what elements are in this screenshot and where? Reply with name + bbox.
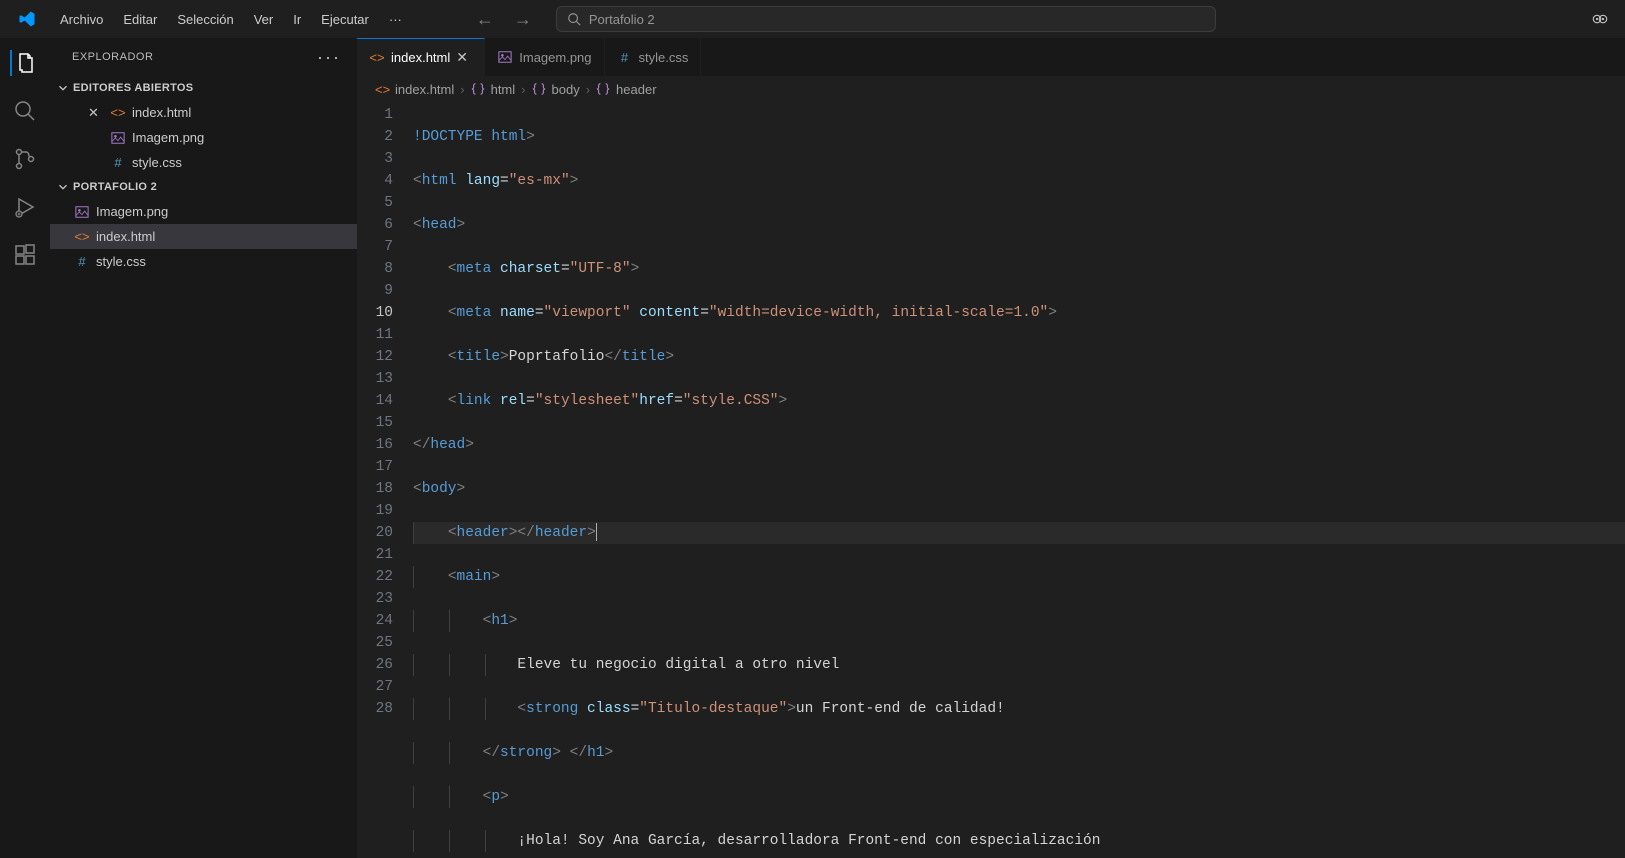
activity-source-control[interactable] [12,146,38,172]
activity-extensions[interactable] [12,242,38,268]
css-file-icon: # [617,49,633,65]
editor-area: <> index.html ✕ Imagem.png # style.css <… [357,38,1625,858]
search-icon [567,12,581,26]
tab-index-html[interactable]: <> index.html ✕ [357,38,485,76]
sidebar-title: EXPLORADOR [72,51,153,63]
activity-bar [0,38,50,858]
html-file-icon: <> [110,105,126,121]
menu-bar: Archivo Editar Selección Ver Ir Ejecutar… [50,6,412,33]
titlebar: Archivo Editar Selección Ver Ir Ejecutar… [0,0,1625,38]
chevron-down-icon [56,81,70,95]
file-label: index.html [132,105,191,120]
sidebar-header: EXPLORADOR ··· [50,38,357,76]
chevron-right-icon: › [586,82,590,97]
activity-explorer[interactable] [10,50,38,76]
close-icon[interactable]: ✕ [456,49,472,66]
menu-editar[interactable]: Editar [113,6,167,33]
brace-icon [471,82,485,96]
image-file-icon [497,49,513,65]
nav-back-icon[interactable]: ← [476,9,494,30]
search-text: Portafolio 2 [589,12,655,27]
chevron-down-icon [56,180,70,194]
menu-ir[interactable]: Ir [283,6,311,33]
section-project-label: PORTAFOLIO 2 [73,181,157,193]
html-file-icon: <> [375,82,389,96]
open-editor-item[interactable]: ✕ <> index.html [50,100,357,125]
brace-icon [596,82,610,96]
menu-archivo[interactable]: Archivo [50,6,113,33]
command-center[interactable]: Portafolio 2 [556,6,1216,32]
image-file-icon [74,204,90,220]
close-icon[interactable]: ✕ [88,105,102,121]
breadcrumb-file[interactable]: index.html [395,82,454,97]
sidebar-more-icon[interactable]: ··· [317,47,341,68]
copilot-icon[interactable] [1591,10,1609,28]
html-file-icon: <> [74,229,90,245]
nav-arrows: ← → [476,9,532,30]
css-file-icon: # [74,254,90,270]
tab-style-css[interactable]: # style.css [605,38,702,76]
sidebar: EXPLORADOR ··· EDITORES ABIERTOS ✕ <> in… [50,38,357,858]
tabs-bar: <> index.html ✕ Imagem.png # style.css [357,38,1625,76]
file-label: Imagem.png [132,130,204,145]
activity-run-debug[interactable] [12,194,38,220]
breadcrumb-html[interactable]: html [491,82,516,97]
tab-label: Imagem.png [519,50,591,65]
menu-ver[interactable]: Ver [244,6,284,33]
menu-seleccion[interactable]: Selección [167,6,243,33]
tab-imagem-png[interactable]: Imagem.png [485,38,604,76]
project-file-item[interactable]: <> index.html [50,224,357,249]
file-label: Imagem.png [96,204,168,219]
vscode-logo-icon [18,10,36,28]
project-file-item[interactable]: Imagem.png [50,199,357,224]
menu-ejecutar[interactable]: Ejecutar [311,6,379,33]
file-label: style.css [96,254,146,269]
brace-icon [532,82,546,96]
open-editor-item[interactable]: Imagem.png [50,125,357,150]
file-label: style.css [132,155,182,170]
file-label: index.html [96,229,155,244]
breadcrumb-header[interactable]: header [616,82,656,97]
menu-more-icon[interactable]: ··· [379,6,412,33]
section-open-editors-label: EDITORES ABIERTOS [73,82,193,94]
tab-label: index.html [391,50,450,65]
image-file-icon [110,130,126,146]
nav-forward-icon[interactable]: → [514,9,532,30]
chevron-right-icon: › [521,82,525,97]
code-content[interactable]: !DOCTYPE html> <html lang="es-mx"> <head… [413,102,1625,858]
activity-search[interactable] [12,98,38,124]
line-gutter: 1234567891011121314151617181920212223242… [357,102,413,858]
html-file-icon: <> [369,50,385,66]
open-editor-item[interactable]: # style.css [50,150,357,175]
breadcrumbs[interactable]: <> index.html › html › body › header [357,76,1625,102]
css-file-icon: # [110,155,126,171]
project-file-item[interactable]: # style.css [50,249,357,274]
section-open-editors[interactable]: EDITORES ABIERTOS [50,76,357,100]
chevron-right-icon: › [460,82,464,97]
tab-label: style.css [639,50,689,65]
code-editor[interactable]: 1234567891011121314151617181920212223242… [357,102,1625,858]
section-project[interactable]: PORTAFOLIO 2 [50,175,357,199]
breadcrumb-body[interactable]: body [552,82,580,97]
